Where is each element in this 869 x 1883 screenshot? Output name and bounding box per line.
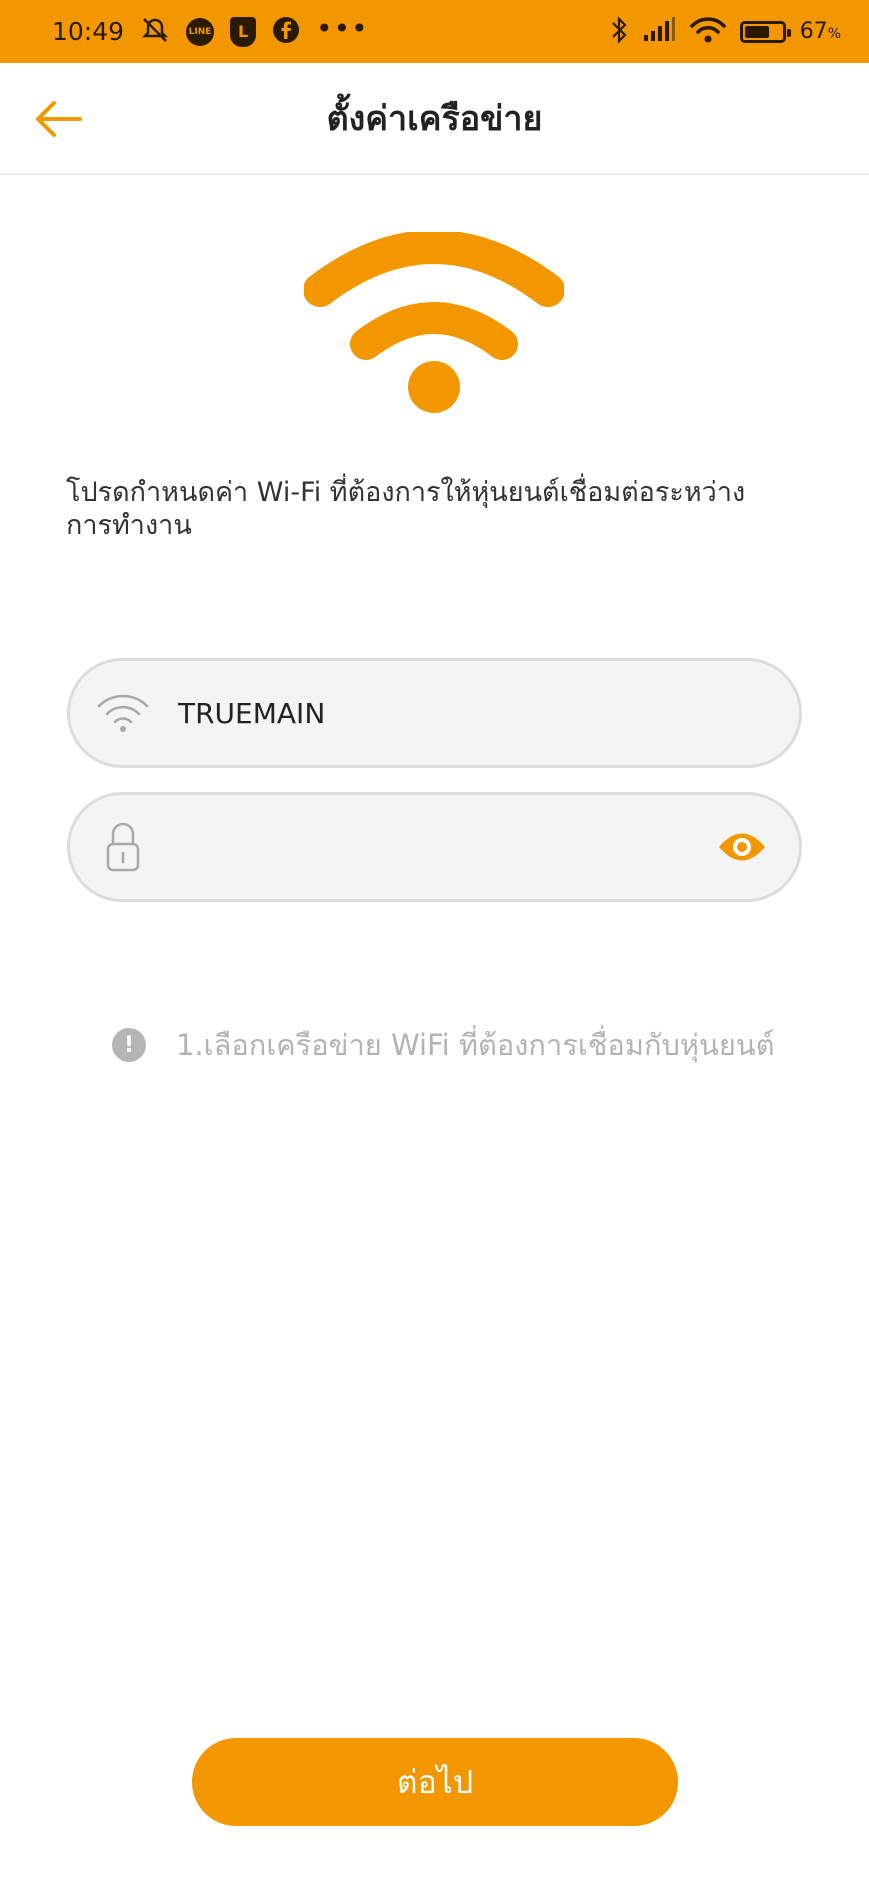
arrow-left-icon: [36, 101, 82, 137]
page-title: ตั้งค่าเครือข่าย: [326, 99, 543, 139]
ssid-input[interactable]: [178, 683, 799, 743]
mute-alarm-icon: [140, 15, 170, 49]
password-field[interactable]: [67, 792, 802, 902]
lock-icon: [96, 820, 150, 874]
next-button[interactable]: ต่อไป: [192, 1738, 678, 1826]
line-app-icon: LINE: [186, 17, 215, 46]
description-text: โปรดกำหนดค่า Wi-Fi ที่ต้องการให้หุ่นยนต์…: [66, 477, 746, 541]
bluetooth-icon: [610, 15, 628, 49]
battery-percent: 67%: [799, 19, 841, 44]
more-notifications-icon: •••: [316, 11, 369, 45]
facebook-icon: [272, 16, 300, 48]
toggle-password-visibility-button[interactable]: [715, 827, 769, 867]
exclamation-circle-icon: !: [112, 1028, 146, 1062]
notification-icons: LINE L •••: [140, 11, 369, 49]
wifi-icon: [303, 230, 565, 418]
wifi-status-icon: [689, 16, 726, 48]
hint-message: ! 1.เลือกเครือข่าย WiFi ที่ต้องการเชื่อม…: [112, 1022, 775, 1068]
password-input[interactable]: [178, 817, 715, 877]
signal-icon: [642, 16, 676, 47]
status-time: 10:49: [52, 17, 125, 46]
app-header: ตั้งค่าเครือข่าย: [0, 63, 869, 175]
battery-level: [744, 25, 769, 38]
back-button[interactable]: [34, 95, 90, 143]
eye-icon: [719, 833, 765, 861]
system-icons: 67%: [610, 15, 841, 49]
ssid-field[interactable]: [67, 658, 802, 768]
status-bar: 10:49 LINE L ••• 67%: [0, 0, 869, 63]
l-app-icon: L: [230, 16, 257, 47]
wifi-icon: [96, 686, 150, 740]
hint-text: 1.เลือกเครือข่าย WiFi ที่ต้องการเชื่อมกั…: [176, 1028, 775, 1062]
battery-icon: [739, 20, 791, 43]
